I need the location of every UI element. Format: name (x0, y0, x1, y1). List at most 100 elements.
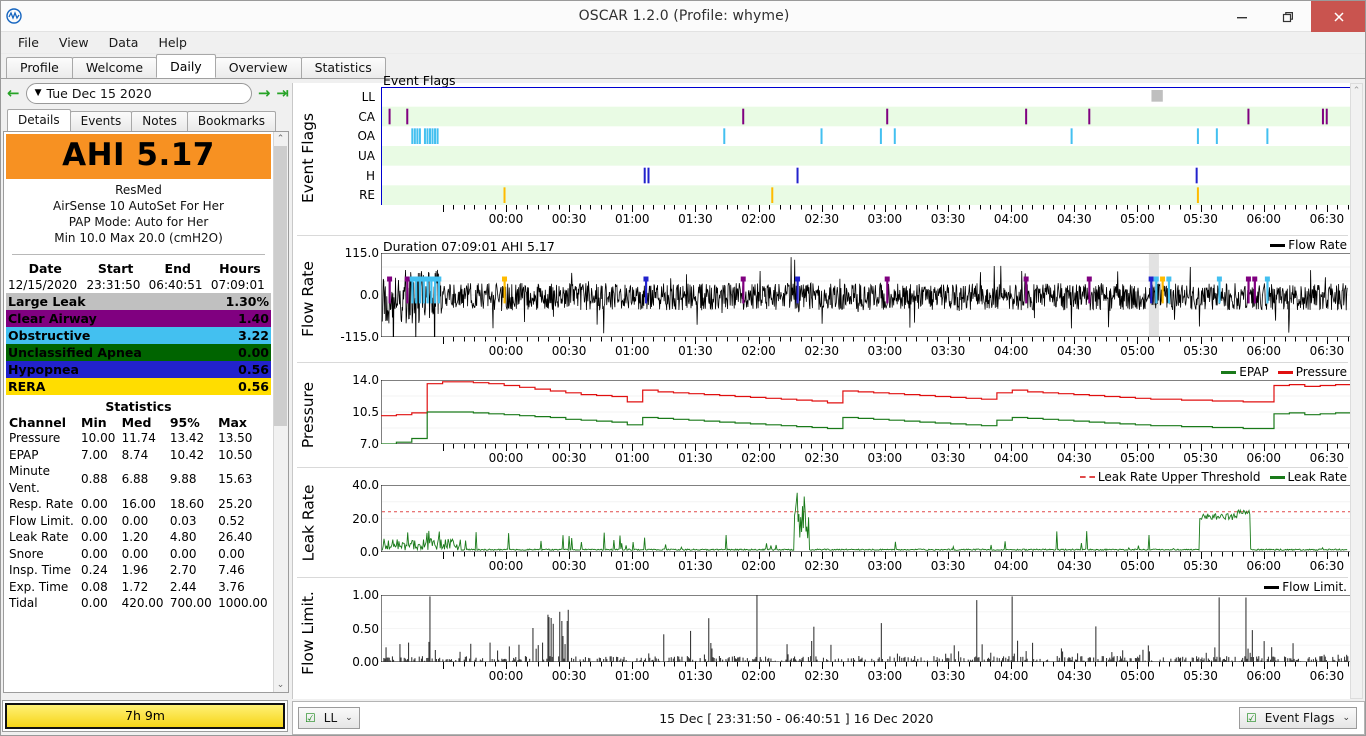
legend-swatch (1277, 370, 1293, 374)
statistics-value: 0.00 (81, 546, 108, 561)
event-summary-table: Large Leak 1.30% Clear Airway 1.40 Obstructi… (6, 293, 271, 395)
checkbox-icon[interactable]: ☑ (305, 711, 316, 725)
total-hours-button[interactable]: 7h 9m (5, 703, 285, 729)
x-tick-label: 06:00 (1246, 669, 1282, 683)
x-tick-label: 06:30 (1309, 669, 1345, 683)
details-panel: Details Events Notes Bookmarks AHI 5.17 … (3, 109, 289, 699)
statistics-value: 16.00 (121, 497, 156, 511)
event-value: 1.30% (225, 294, 269, 309)
y-axis-label: Leak Rate (295, 470, 321, 575)
x-tick-label: 02:00 (741, 559, 776, 573)
menu-data[interactable]: Data (99, 33, 149, 52)
x-tick-label: 03:00 (867, 212, 903, 226)
statistics-value: 2.70 (169, 563, 197, 577)
legend-swatch (1264, 585, 1280, 589)
jump-to-latest-icon[interactable]: ⇥ (276, 85, 289, 101)
plot-area[interactable] (381, 253, 1351, 337)
scroll-down-icon[interactable]: ⌄ (275, 680, 286, 690)
chart-leak-rate: Leak Rate Leak Rate Upper Threshold Leak R… (293, 470, 1359, 575)
x-tick-label: 03:00 (867, 344, 903, 358)
legend-entry: Leak Rate (1269, 470, 1347, 484)
close-button[interactable] (1311, 1, 1365, 32)
previous-day-icon[interactable]: ← (7, 85, 20, 101)
statistics-channel: Insp. Time (9, 563, 72, 577)
subtab-notes[interactable]: Notes (131, 111, 188, 131)
y-axis-container: 14.0 10.5 7.0 (323, 373, 379, 451)
date-selector[interactable]: ▼ Tue Dec 15 2020 (25, 82, 252, 104)
machine-model: AirSense 10 AutoSet For Her (53, 199, 224, 213)
x-tick-label: 00:30 (551, 669, 587, 683)
legend-entry: Flow Rate (1270, 238, 1347, 252)
menu-view[interactable]: View (49, 33, 99, 52)
statistics-row: Tidal 0.00 420.00 700.00 1000.00 (6, 595, 271, 612)
tab-overview[interactable]: Overview (214, 57, 302, 78)
y-axis: 40.0 20.0 0.0 (323, 478, 379, 559)
subtab-bookmarks[interactable]: Bookmarks (186, 111, 276, 131)
details-scrollbar[interactable]: ⌃ ⌄ (273, 132, 288, 692)
y-axis-label: Pressure (295, 365, 321, 465)
scrollbar-thumb[interactable] (274, 146, 287, 426)
statistics-value: 0.00 (121, 546, 149, 561)
x-tick-label: 03:30 (930, 212, 966, 226)
x-tick-label: 02:30 (804, 212, 839, 226)
plot-area[interactable] (381, 485, 1351, 552)
tab-welcome[interactable]: Welcome (71, 57, 158, 78)
statistics-value: 10.50 (218, 447, 253, 462)
date-navigation: ← ▼ Tue Dec 15 2020 → ⇥ (1, 81, 289, 105)
plot-area[interactable] (381, 380, 1351, 444)
graph-scrollbar[interactable]: ⌃ (1350, 83, 1363, 699)
subtab-events[interactable]: Events (69, 111, 133, 131)
session-header-row: Date Start End Hours (6, 260, 271, 277)
x-tick-label: 05:00 (1120, 212, 1155, 226)
x-tick-label: 00:00 (488, 212, 524, 226)
right-channel-combo[interactable]: ☑ Event Flags ⌄ (1239, 707, 1357, 729)
statistics-row: Leak Rate 0.00 1.20 4.80 26.40 (6, 529, 271, 546)
statistics-value: 0.24 (81, 563, 108, 577)
y-axis-label: Flow Rate (295, 238, 321, 360)
plot-area[interactable] (381, 87, 1351, 205)
tab-profile[interactable]: Profile (6, 57, 73, 78)
maximize-button[interactable] (1265, 1, 1311, 32)
plot-wrapper: Flow Rate Duration 07:09:01 AHI 5.17 115.0… (323, 238, 1359, 360)
scroll-up-icon[interactable]: ⌃ (275, 134, 286, 144)
y-tick-label: 0.00 (352, 655, 379, 669)
x-tick-label: 04:30 (1057, 559, 1092, 573)
window-title: OSCAR 1.2.0 (Profile: whyme) (578, 8, 790, 24)
tab-daily[interactable]: Daily (156, 54, 216, 78)
x-tick-label: 01:00 (614, 344, 650, 358)
statistics-row: Minute Vent. 0.88 6.88 9.88 15.63 (6, 463, 271, 496)
event-value: 3.22 (238, 328, 269, 343)
legend-entry: Flow Limit. (1264, 580, 1347, 594)
graph-area: Event Flags Event Flags 00:00 00:30 01:00 01:… (292, 73, 1359, 699)
details-panel-body: AHI 5.17 ResMed AirSense 10 AutoSet For … (3, 131, 289, 693)
left-combo-label: LL (323, 711, 338, 725)
oscar-window: OSCAR 1.2.0 (Profile: whyme) File View D… (0, 0, 1366, 736)
statistics-row: Flow Limit. 0.00 0.00 0.03 0.52 (6, 513, 271, 530)
x-tick-label: 02:30 (804, 559, 839, 573)
plot-area[interactable] (381, 595, 1351, 662)
plot-svg (381, 87, 1351, 205)
checkbox-icon[interactable]: ☑ (1246, 711, 1257, 725)
legend-swatch (1270, 243, 1286, 247)
x-tick-label: 05:30 (1183, 559, 1218, 573)
statistics-value: 0.08 (81, 579, 108, 594)
minimize-button[interactable] (1219, 1, 1265, 32)
x-axis: 00:00 00:30 01:00 01:30 02:00 02:30 03:00 03:30… (439, 205, 1359, 227)
left-channel-combo[interactable]: ☑ LL ⌄ (298, 707, 360, 729)
subtab-details[interactable]: Details (7, 109, 71, 131)
x-tick-label: 05:00 (1120, 344, 1155, 358)
statistics-value: 0.88 (81, 472, 108, 487)
menu-file[interactable]: File (8, 33, 49, 52)
x-tick-label: 01:30 (678, 559, 713, 573)
statistics-header-cell: Min (81, 415, 107, 430)
x-tick-label: 06:00 (1246, 451, 1282, 465)
menu-help[interactable]: Help (148, 33, 197, 52)
title-bar: OSCAR 1.2.0 (Profile: whyme) (1, 1, 1365, 32)
y-tick-label: 0.0 (359, 288, 379, 302)
tab-statistics[interactable]: Statistics (300, 57, 386, 78)
session-hours: 07:09:01 (210, 278, 265, 292)
graph-scroll-up-icon[interactable]: ⌃ (1351, 86, 1362, 96)
statistics-value: 0.03 (169, 513, 197, 528)
statistics-value: 1.96 (121, 563, 149, 577)
next-day-icon[interactable]: → (258, 85, 271, 101)
